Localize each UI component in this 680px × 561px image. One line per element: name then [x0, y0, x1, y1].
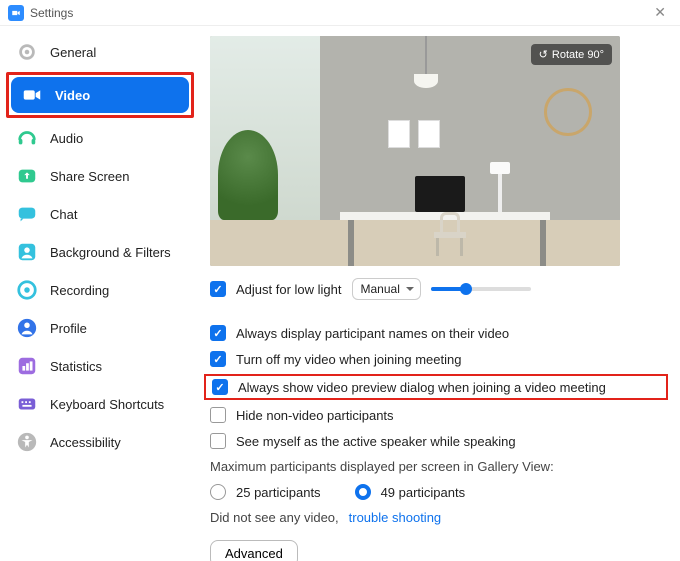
adjust-low-light-checkbox[interactable]: [210, 281, 226, 297]
sidebar-item-label: Share Screen: [50, 169, 130, 184]
gallery-25-label: 25 participants: [236, 485, 321, 500]
rotate-label: Rotate 90°: [552, 49, 604, 61]
sidebar-item-label: Recording: [50, 283, 109, 298]
titlebar: Settings ✕: [0, 0, 680, 26]
chat-icon: [16, 203, 38, 225]
gallery-25-radio[interactable]: [210, 484, 226, 500]
sidebar-item-label: Profile: [50, 321, 87, 336]
video-icon: [21, 84, 43, 106]
see-myself-active-label: See myself as the active speaker while s…: [236, 434, 516, 449]
window-title: Settings: [30, 6, 648, 20]
profile-icon: [16, 317, 38, 339]
preview-dialog-checkbox[interactable]: [212, 379, 228, 395]
sidebar-item-video[interactable]: Video: [11, 77, 189, 113]
sidebar-item-label: Background & Filters: [50, 245, 171, 260]
keyboard-icon: [16, 393, 38, 415]
close-button[interactable]: ✕: [648, 4, 672, 21]
sidebar-item-background-filters[interactable]: Background & Filters: [6, 234, 194, 270]
sidebar-item-label: Chat: [50, 207, 77, 222]
sidebar-item-label: General: [50, 45, 96, 60]
sidebar: General Video Audio Share Screen Chat Ba…: [0, 26, 200, 561]
video-preview: ↺ Rotate 90°: [210, 36, 620, 266]
sidebar-item-label: Video: [55, 88, 90, 103]
hide-nonvideo-checkbox[interactable]: [210, 407, 226, 423]
sidebar-item-profile[interactable]: Profile: [6, 310, 194, 346]
sidebar-item-audio[interactable]: Audio: [6, 120, 194, 156]
background-icon: [16, 241, 38, 263]
preview-dialog-label: Always show video preview dialog when jo…: [238, 380, 606, 395]
rotate-icon: ↺: [539, 48, 548, 61]
sidebar-item-general[interactable]: General: [6, 34, 194, 70]
turn-off-video-label: Turn off my video when joining meeting: [236, 352, 461, 367]
sidebar-item-label: Audio: [50, 131, 83, 146]
gallery-49-radio[interactable]: [355, 484, 371, 500]
sidebar-item-share-screen[interactable]: Share Screen: [6, 158, 194, 194]
sidebar-item-recording[interactable]: Recording: [6, 272, 194, 308]
adjust-low-light-label: Adjust for low light: [236, 282, 342, 297]
troubleshooting-link[interactable]: trouble shooting: [349, 510, 442, 525]
sidebar-item-label: Accessibility: [50, 435, 121, 450]
gear-icon: [16, 41, 38, 63]
gallery-49-label: 49 participants: [381, 485, 466, 500]
low-light-slider[interactable]: [431, 287, 531, 291]
turn-off-video-checkbox[interactable]: [210, 351, 226, 367]
sidebar-item-keyboard-shortcuts[interactable]: Keyboard Shortcuts: [6, 386, 194, 422]
highlight-preview-dialog: Always show video preview dialog when jo…: [204, 374, 668, 400]
statistics-icon: [16, 355, 38, 377]
sidebar-item-statistics[interactable]: Statistics: [6, 348, 194, 384]
sidebar-item-label: Statistics: [50, 359, 102, 374]
share-screen-icon: [16, 165, 38, 187]
accessibility-icon: [16, 431, 38, 453]
low-light-mode-select[interactable]: Manual: [352, 278, 421, 300]
no-video-text: Did not see any video,: [210, 510, 339, 525]
gallery-label: Maximum participants displayed per scree…: [210, 459, 554, 474]
display-names-label: Always display participant names on thei…: [236, 326, 509, 341]
hide-nonvideo-label: Hide non-video participants: [236, 408, 394, 423]
display-names-checkbox[interactable]: [210, 325, 226, 341]
headphones-icon: [16, 127, 38, 149]
sidebar-item-chat[interactable]: Chat: [6, 196, 194, 232]
highlight-video-tab: Video: [6, 72, 194, 118]
sidebar-item-accessibility[interactable]: Accessibility: [6, 424, 194, 460]
app-icon: [8, 5, 24, 21]
advanced-button[interactable]: Advanced: [210, 540, 298, 561]
see-myself-active-checkbox[interactable]: [210, 433, 226, 449]
content-pane: ↺ Rotate 90° Adjust for low light Manual…: [200, 26, 680, 561]
rotate-button[interactable]: ↺ Rotate 90°: [531, 44, 612, 65]
sidebar-item-label: Keyboard Shortcuts: [50, 397, 164, 412]
recording-icon: [16, 279, 38, 301]
